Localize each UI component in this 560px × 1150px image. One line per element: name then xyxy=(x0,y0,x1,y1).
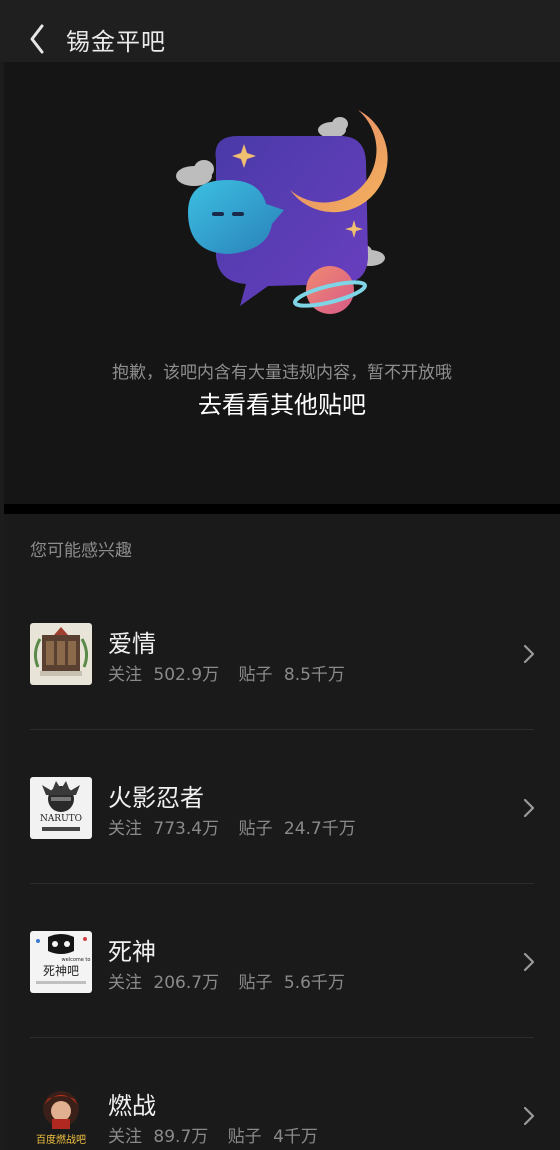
follow-label: 关注 xyxy=(108,1127,142,1147)
forum-name: 燃战 xyxy=(108,1092,156,1120)
night-bubble-illustration xyxy=(176,110,388,314)
follow-count: 773.4万 xyxy=(153,819,220,839)
bleach-logo-text: 死神吧 xyxy=(43,964,79,978)
chevron-right-icon xyxy=(523,798,535,818)
posts-count: 5.6千万 xyxy=(283,973,345,993)
section-divider xyxy=(4,504,560,514)
posts-label: 贴子 xyxy=(238,973,273,993)
blocked-notice-panel: 抱歉，该吧内含有大量违规内容，暂不开放哦 去看看其他贴吧 xyxy=(4,62,560,504)
top-bar: 锡金平吧 xyxy=(0,0,560,62)
posts-label: 贴子 xyxy=(227,1127,262,1147)
chevron-left-icon xyxy=(30,24,44,54)
forum-stats: 关注 206.7万 贴子 5.6千万 xyxy=(108,968,345,993)
naruto-logo-text: NARUTO xyxy=(40,814,82,824)
chevron-right-icon xyxy=(523,644,535,664)
follow-count: 89.7万 xyxy=(153,1127,209,1147)
follow-label: 关注 xyxy=(108,973,142,993)
avatar: 百度燃战吧 xyxy=(30,1085,92,1147)
list-item[interactable]: 爱情 关注 502.9万 贴子 8.5千万 xyxy=(4,576,560,730)
ranzhan-logo-text: 百度燃战吧 xyxy=(36,1133,86,1146)
avatar: NARUTO xyxy=(30,777,92,839)
forum-name: 死神 xyxy=(108,938,156,966)
forum-stats: 关注 89.7万 贴子 4千万 xyxy=(108,1122,318,1147)
forum-name: 爱情 xyxy=(108,630,156,658)
forum-stats: 关注 502.9万 贴子 8.5千万 xyxy=(108,660,345,685)
avatar xyxy=(30,623,92,685)
suggestions-heading: 您可能感兴趣 xyxy=(30,541,132,561)
follow-label: 关注 xyxy=(108,819,142,839)
forum-name: 火影忍者 xyxy=(108,784,204,812)
chevron-right-icon xyxy=(523,1106,535,1126)
list-item[interactable]: NARUTO 火影忍者 关注 773.4万 贴子 24.7千万 xyxy=(4,730,560,884)
follow-count: 502.9万 xyxy=(153,665,220,685)
back-button[interactable] xyxy=(22,20,56,60)
posts-label: 贴子 xyxy=(238,665,273,685)
posts-count: 4千万 xyxy=(273,1127,318,1147)
browse-other-forums-link[interactable]: 去看看其他贴吧 xyxy=(4,385,560,420)
page-title: 锡金平吧 xyxy=(66,28,166,56)
forum-stats: 关注 773.4万 贴子 24.7千万 xyxy=(108,814,356,839)
suggestions-section: 您可能感兴趣 爱情 关注 502.9万 贴子 8.5千万 NARUTO 火影忍者… xyxy=(4,514,560,1150)
blocked-message: 抱歉，该吧内含有大量违规内容，暂不开放哦 xyxy=(112,363,452,383)
follow-count: 206.7万 xyxy=(153,973,220,993)
list-item[interactable]: 百度燃战吧 燃战 关注 89.7万 贴子 4千万 xyxy=(4,1038,560,1150)
cloud-icon xyxy=(176,160,214,186)
posts-label: 贴子 xyxy=(238,819,273,839)
avatar: welcome to 死神吧 xyxy=(30,931,92,993)
bleach-logo-small-text: welcome to xyxy=(62,957,91,963)
posts-count: 24.7千万 xyxy=(283,819,356,839)
list-item[interactable]: welcome to 死神吧 死神 关注 206.7万 贴子 5.6千万 xyxy=(4,884,560,1038)
posts-count: 8.5千万 xyxy=(283,665,345,685)
follow-label: 关注 xyxy=(108,665,142,685)
chevron-right-icon xyxy=(523,952,535,972)
